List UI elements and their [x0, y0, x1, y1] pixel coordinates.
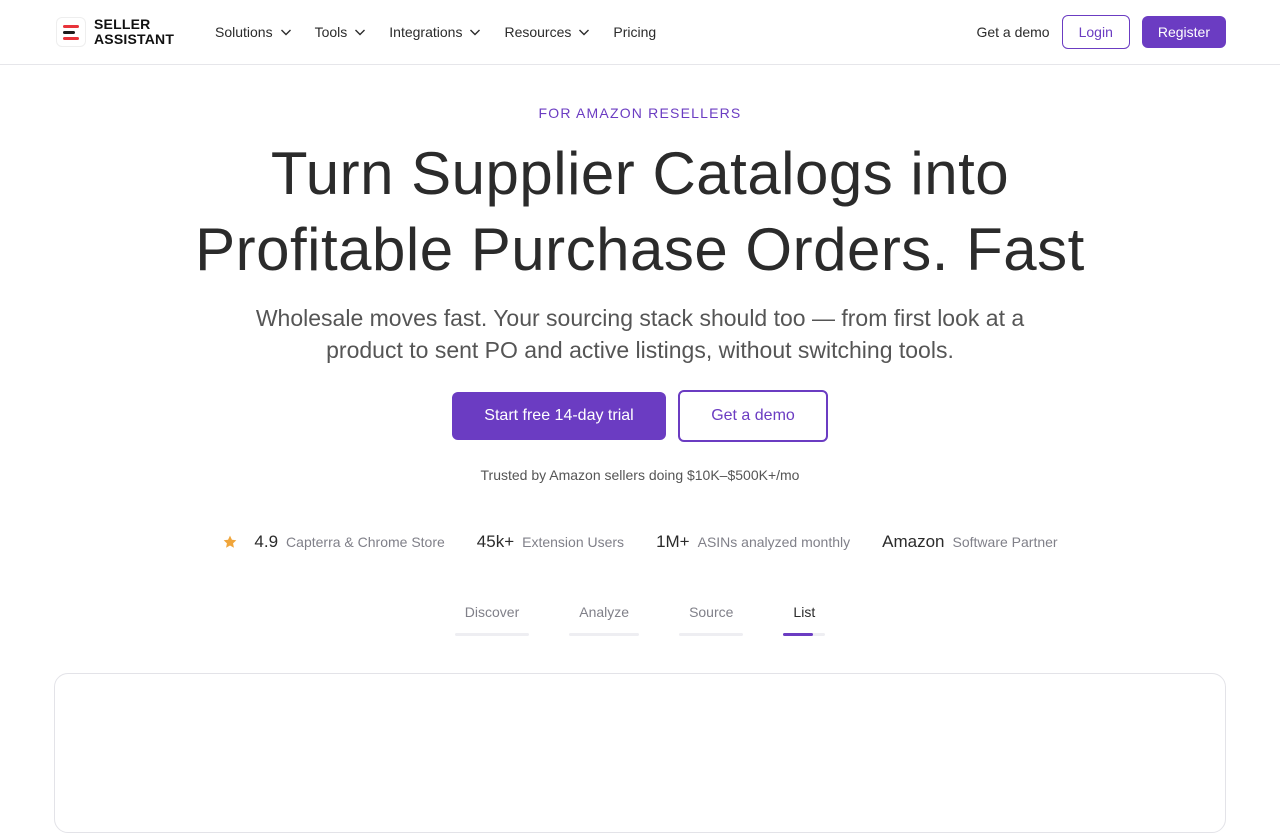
hero-title-line1: Turn Supplier Catalogs into	[270, 140, 1010, 207]
nav-tools[interactable]: Tools	[315, 24, 368, 40]
chevron-down-icon	[579, 29, 590, 36]
nav-resources-label: Resources	[504, 24, 572, 40]
stat-partner-value: Amazon	[882, 532, 945, 551]
get-demo-button[interactable]: Get a demo	[678, 390, 828, 442]
nav-pricing-label: Pricing	[613, 24, 657, 40]
header-get-demo-link[interactable]: Get a demo	[976, 24, 1049, 40]
nav-integrations-label: Integrations	[389, 24, 463, 40]
hero-eyebrow: FOR AMAZON RESELLERS	[538, 105, 742, 121]
nav-tools-label: Tools	[314, 24, 348, 40]
nav-resources[interactable]: Resources	[504, 24, 591, 40]
stat-users: 45k+ Extension Users	[477, 532, 624, 552]
stat-users-label: Extension Users	[522, 534, 625, 550]
logo-text-line2: ASSISTANT	[94, 31, 175, 47]
start-trial-button[interactable]: Start free 14-day trial	[452, 392, 666, 440]
chevron-down-icon	[280, 29, 291, 36]
workflow-tabs: Discover Analyze Source List	[0, 604, 1280, 638]
tab-analyze[interactable]: Analyze	[569, 604, 639, 636]
stat-asins: 1M+ ASINs analyzed monthly	[656, 532, 850, 552]
login-button[interactable]: Login	[1061, 15, 1130, 49]
site-header: SELLER ASSISTANT Solutions Tools Integra…	[0, 0, 1280, 65]
hero-title: Turn Supplier Catalogs into Profitable P…	[140, 136, 1140, 288]
trusted-by-text: Trusted by Amazon sellers doing $10K–$50…	[480, 467, 800, 483]
nav-pricing[interactable]: Pricing	[613, 24, 656, 40]
stat-asins-label: ASINs analyzed monthly	[697, 534, 851, 550]
tab-discover[interactable]: Discover	[454, 604, 530, 636]
stat-users-value: 45k+	[476, 532, 515, 551]
register-button[interactable]: Register	[1141, 16, 1226, 48]
chevron-down-icon	[470, 29, 481, 36]
star-icon	[224, 535, 237, 548]
nav-solutions[interactable]: Solutions	[215, 24, 293, 40]
stat-rating: 4.9 Capterra & Chrome Store	[222, 532, 445, 552]
nav-integrations[interactable]: Integrations	[389, 24, 482, 40]
stat-rating-label: Capterra & Chrome Store	[286, 534, 445, 550]
logo-icon	[56, 17, 86, 47]
nav-solutions-label: Solutions	[215, 24, 273, 40]
chevron-down-icon	[355, 29, 366, 36]
stat-partner: Amazon Software Partner	[882, 532, 1057, 552]
logo-text: SELLER ASSISTANT	[94, 17, 174, 47]
hero-subtitle: Wholesale moves fast. Your sourcing stac…	[255, 305, 1025, 363]
header-actions: Get a demo Login Register	[976, 15, 1226, 49]
tab-list[interactable]: List	[783, 604, 826, 636]
main-nav: Solutions Tools Integrations Resources P…	[215, 0, 678, 64]
logo-text-line1: SELLER	[94, 16, 151, 32]
tab-source[interactable]: Source	[679, 604, 744, 636]
product-preview-panel	[54, 673, 1226, 833]
stat-partner-label: Software Partner	[952, 534, 1058, 550]
hero-cta-row: Start free 14-day trial Get a demo	[0, 390, 1280, 442]
stat-rating-value: 4.9	[254, 532, 279, 551]
logo[interactable]: SELLER ASSISTANT	[56, 16, 174, 48]
stat-asins-value: 1M+	[656, 532, 690, 551]
hero-title-line2: Profitable Purchase Orders. Fast	[195, 216, 1085, 283]
stats-row: 4.9 Capterra & Chrome Store 45k+ Extensi…	[0, 530, 1280, 554]
